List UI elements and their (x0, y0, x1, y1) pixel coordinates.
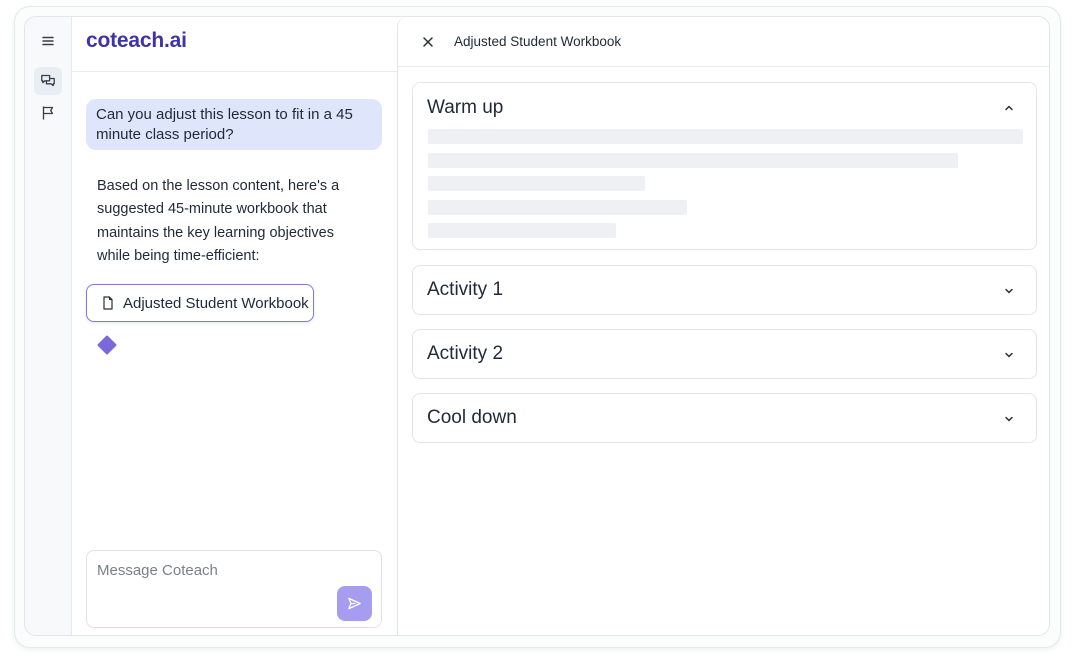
section-warm-up: Warm up (412, 82, 1037, 250)
logo-main: coteach (86, 29, 164, 52)
section-title: Cool down (427, 407, 517, 428)
skeleton-line (428, 153, 958, 168)
skeleton-line (428, 176, 645, 191)
assistant-indicator-icon (97, 335, 117, 355)
flag-icon (42, 106, 54, 120)
flag-nav-button[interactable] (34, 99, 62, 127)
artifact-header: Adjusted Student Workbook (398, 17, 1049, 67)
send-button[interactable] (337, 586, 372, 621)
artifact-title: Adjusted Student Workbook (454, 34, 622, 49)
logo-suffix: .ai (163, 29, 187, 52)
sidebar-rail (25, 17, 72, 635)
menu-icon (42, 36, 54, 46)
chat-header-divider (72, 71, 397, 72)
user-message: Can you adjust this lesson to fit in a 4… (86, 99, 382, 150)
chevron-down-icon (1005, 416, 1013, 422)
skeleton-line (428, 200, 687, 215)
expand-button[interactable] (1002, 412, 1016, 426)
send-icon (348, 597, 361, 610)
chevron-down-icon (1005, 352, 1013, 358)
message-composer (86, 550, 382, 628)
close-icon (423, 37, 433, 47)
expand-button[interactable] (1002, 284, 1016, 298)
section-cool-down[interactable]: Cool down (412, 393, 1037, 443)
artifact-chip-label: Adjusted Student Workbook (123, 294, 309, 312)
section-title: Warm up (427, 97, 504, 118)
chat-nav-button[interactable] (34, 67, 62, 95)
expand-button[interactable] (1002, 348, 1016, 362)
chevron-down-icon (1005, 288, 1013, 294)
chat-icon (41, 74, 55, 87)
section-title: Activity 1 (427, 279, 504, 300)
section-activity-2[interactable]: Activity 2 (412, 329, 1037, 379)
menu-button[interactable] (34, 27, 62, 55)
assistant-message: Based on the lesson content, here's a su… (97, 178, 340, 264)
chevron-up-icon (1005, 105, 1013, 111)
skeleton-line (428, 129, 1023, 144)
section-activity-1[interactable]: Activity 1 (412, 265, 1037, 315)
message-input[interactable] (97, 559, 327, 581)
artifact-pane: Adjusted Student Workbook Warm up Activi… (397, 17, 1049, 635)
section-title: Activity 2 (427, 343, 504, 364)
collapse-button[interactable] (1002, 101, 1016, 115)
app-window: coteach.ai Can you adjust this lesson to… (24, 16, 1050, 636)
app-logo[interactable]: coteach.ai (86, 29, 187, 53)
document-icon (103, 296, 113, 310)
close-artifact-button[interactable] (420, 34, 436, 50)
skeleton-line (428, 223, 616, 238)
chat-pane: coteach.ai Can you adjust this lesson to… (72, 17, 397, 635)
artifact-chip[interactable]: Adjusted Student Workbook (86, 284, 314, 322)
